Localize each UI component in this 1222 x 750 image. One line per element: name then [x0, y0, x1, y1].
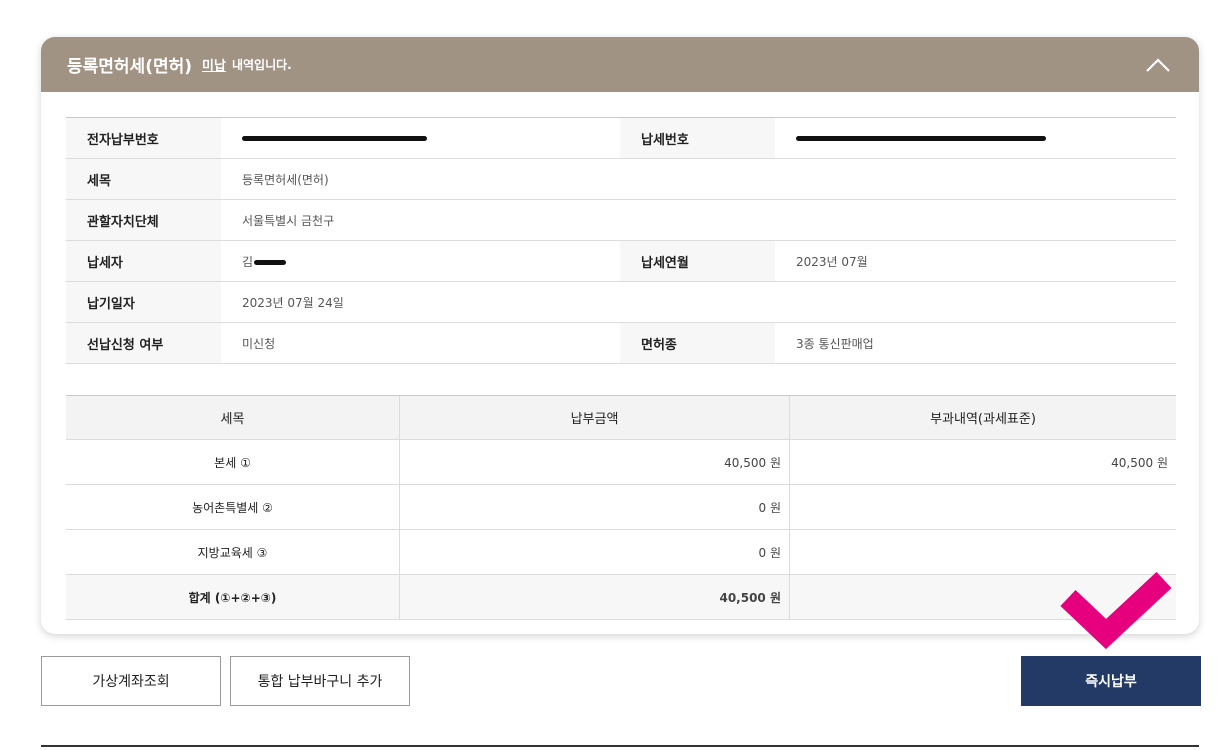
tax-number-value	[775, 117, 1176, 159]
table-row: 지방교육세 ③ 0 원	[66, 529, 1176, 575]
table-row: 전자납부번호 납세번호	[66, 117, 1176, 159]
table-header-row: 세목 납부금액 부과내역(과세표준)	[66, 395, 1176, 440]
tax-detail-card: 등록면허세(면허) 미납 내역입니다. 전자납부번호 납세번호 세목 등록면허세…	[41, 37, 1199, 634]
tax-item-label: 세목	[66, 158, 221, 200]
tax-name: 지방교육세 ③	[66, 529, 400, 575]
table-row: 납기일자 2023년 07월 24일	[66, 281, 1176, 323]
tax-number-label: 납세번호	[620, 117, 775, 159]
tax-year-month-value: 2023년 07월	[775, 240, 1176, 282]
bottom-divider	[41, 745, 1199, 747]
tax-amount: 40,500 원	[399, 439, 790, 485]
electronic-payment-number-value	[221, 117, 620, 159]
redacted-mark	[242, 136, 427, 141]
column-header-payment-amount: 납부금액	[399, 395, 790, 440]
tax-year-month-label: 납세연월	[620, 240, 775, 282]
tax-base	[789, 529, 1176, 575]
card-header[interactable]: 등록면허세(면허) 미납 내역입니다.	[41, 37, 1199, 92]
total-label: 합계 (①+②+③)	[66, 574, 400, 620]
tax-item-value: 등록면허세(면허)	[221, 158, 1176, 200]
tax-name: 농어촌특별세 ②	[66, 484, 400, 530]
tax-amount: 0 원	[399, 484, 790, 530]
due-date-value: 2023년 07월 24일	[221, 281, 1176, 323]
tax-amount-table: 세목 납부금액 부과내역(과세표준) 본세 ① 40,500 원 40,500 …	[66, 395, 1176, 620]
chevron-up-icon	[1146, 57, 1170, 72]
tax-amount: 0 원	[399, 529, 790, 575]
license-class-value: 3종 통신판매업	[775, 322, 1176, 364]
redacted-mark	[254, 259, 287, 265]
taxpayer-label: 납세자	[66, 240, 221, 282]
tax-info-table: 전자납부번호 납세번호 세목 등록면허세(면허) 관할자치단체 서울특별시 금천…	[66, 117, 1176, 364]
column-header-tax-item: 세목	[66, 395, 400, 440]
local-government-label: 관할자치단체	[66, 199, 221, 241]
collapse-button[interactable]	[1143, 50, 1173, 80]
license-class-label: 면허종	[620, 322, 775, 364]
table-row: 세목 등록면허세(면허)	[66, 158, 1176, 200]
table-row: 농어촌특별세 ② 0 원	[66, 484, 1176, 530]
pay-now-button[interactable]: 즉시납부	[1021, 656, 1201, 706]
taxpayer-name: 김	[242, 254, 254, 269]
redacted-mark	[796, 136, 1046, 141]
table-row: 본세 ① 40,500 원 40,500 원	[66, 439, 1176, 485]
checkmark-icon	[1060, 571, 1172, 654]
virtual-account-button[interactable]: 가상계좌조회	[41, 656, 221, 706]
prepayment-value: 미신청	[221, 322, 620, 364]
table-row: 관할자치단체 서울특별시 금천구	[66, 199, 1176, 241]
local-government-value: 서울특별시 금천구	[221, 199, 1176, 241]
due-date-label: 납기일자	[66, 281, 221, 323]
card-title: 등록면허세(면허)	[67, 57, 193, 77]
prepayment-label: 선납신청 여부	[66, 322, 221, 364]
column-header-tax-base: 부과내역(과세표준)	[789, 395, 1176, 440]
payment-status: 미납	[202, 59, 226, 74]
electronic-payment-number-label: 전자납부번호	[66, 117, 221, 159]
tax-base	[789, 484, 1176, 530]
tax-name: 본세 ①	[66, 439, 400, 485]
tax-base: 40,500 원	[789, 439, 1176, 485]
card-title-suffix: 내역입니다.	[231, 58, 292, 72]
table-row: 선납신청 여부 미신청 면허종 3종 통신판매업	[66, 322, 1176, 364]
total-amount: 40,500 원	[399, 574, 790, 620]
total-row: 합계 (①+②+③) 40,500 원	[66, 574, 1176, 620]
table-row: 납세자 김 납세연월 2023년 07월	[66, 240, 1176, 282]
taxpayer-value: 김	[221, 240, 620, 282]
add-to-cart-button[interactable]: 통합 납부바구니 추가	[230, 656, 410, 706]
